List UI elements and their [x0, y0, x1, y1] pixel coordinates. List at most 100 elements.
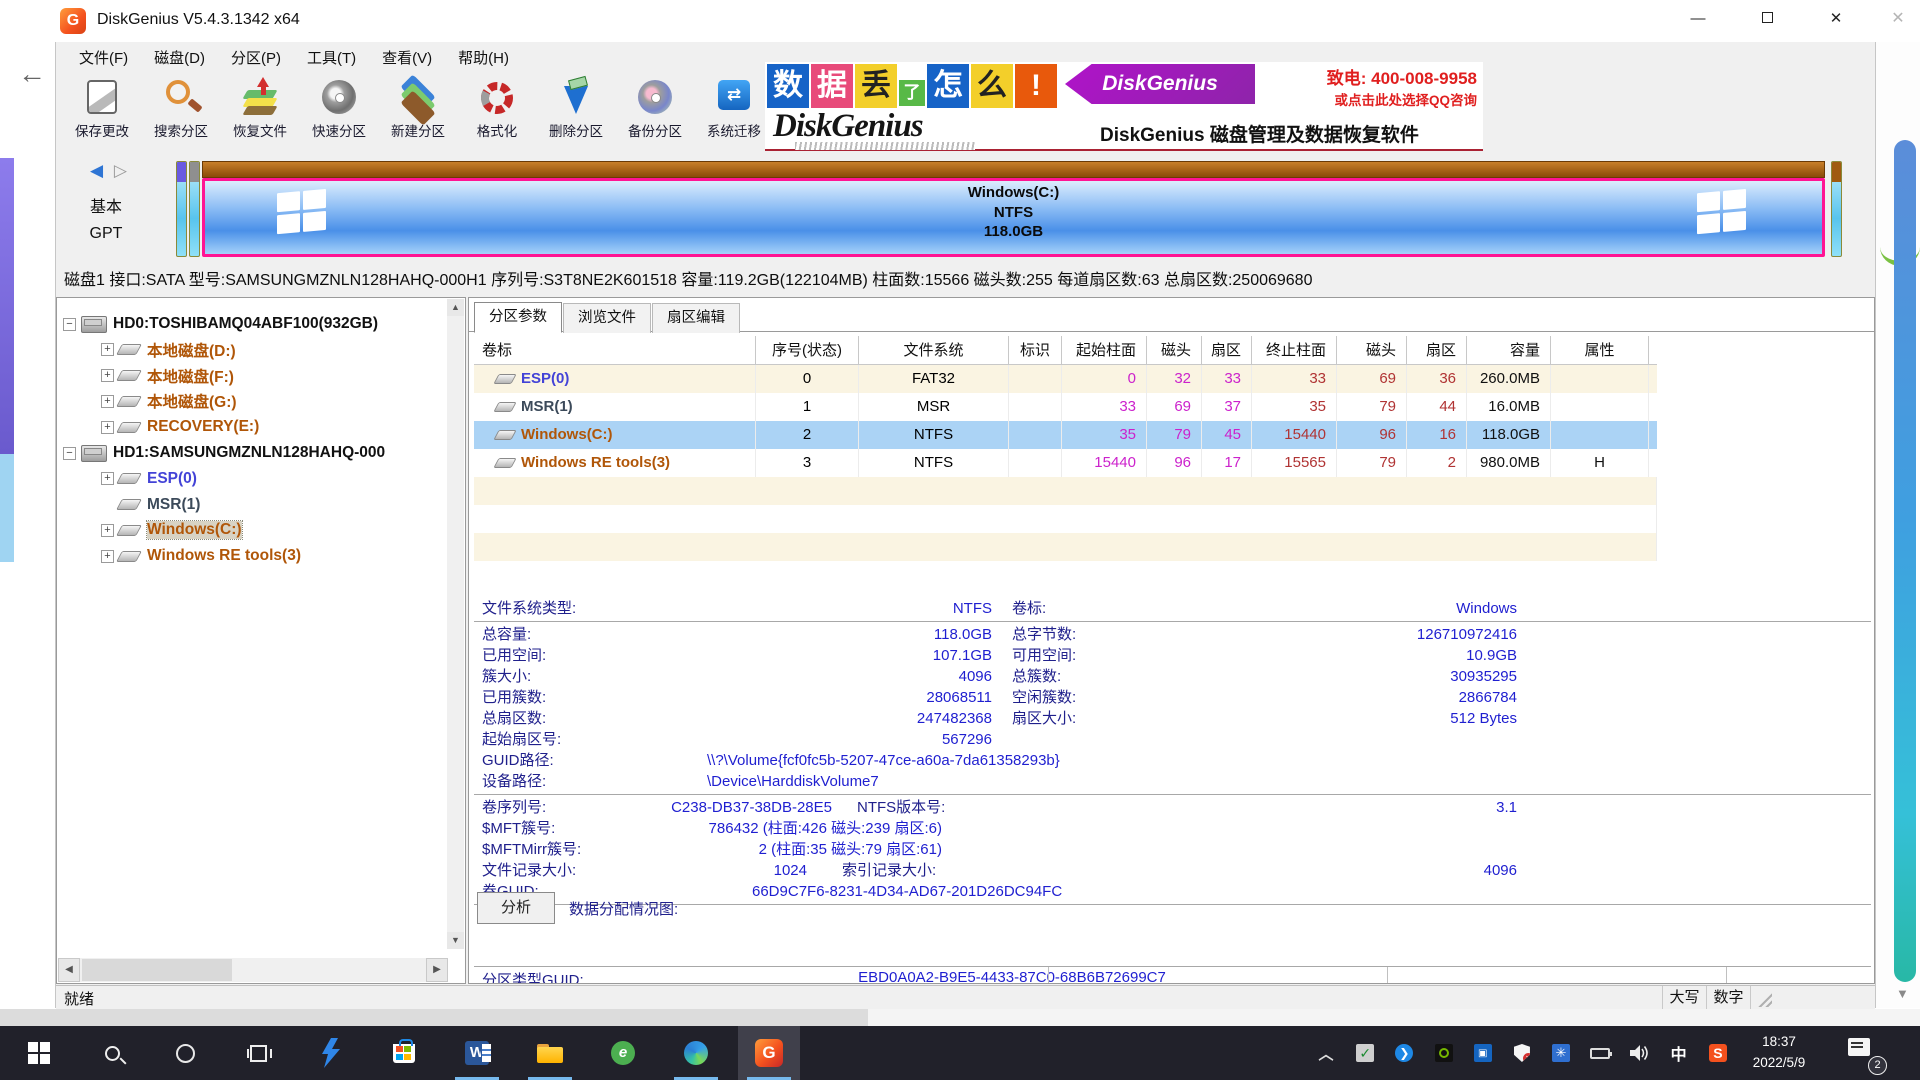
minimize-button[interactable]: — — [1675, 0, 1721, 38]
tree-item-ESP(0)[interactable]: +ESP(0) — [101, 467, 197, 491]
detail-value-2: 4096 — [1217, 860, 1517, 881]
expander-icon[interactable]: − — [63, 318, 76, 331]
cell: 0 — [1062, 365, 1147, 393]
expander-icon[interactable]: + — [101, 343, 114, 356]
tree-item-Windows RE tools(3)[interactable]: +Windows RE tools(3) — [101, 544, 301, 568]
menu-item-3[interactable]: 工具(T) — [294, 46, 369, 72]
toolbar-button-快速分区[interactable]: 快速分区 — [301, 77, 377, 151]
taskbar-start-button[interactable] — [8, 1026, 70, 1080]
background-back-arrow-icon[interactable]: ← — [18, 58, 46, 90]
tray-snowflake[interactable]: ✳ — [1551, 1043, 1571, 1063]
table-row-MSR(1)[interactable]: MSR(1)1MSR33693735794416.0MB — [474, 393, 1657, 421]
tray-power[interactable] — [1590, 1043, 1610, 1063]
next-disk-icon[interactable]: ▷ — [114, 161, 127, 180]
toolbar-button-新建分区[interactable]: 新建分区 — [380, 77, 456, 151]
scrollbar-thumb[interactable] — [82, 959, 232, 981]
tab-分区参数[interactable]: 分区参数 — [474, 302, 562, 333]
tree-item-HD0:TOSHIBAMQ04ABF100(932GB)[interactable]: −HD0:TOSHIBAMQ04ABF100(932GB) — [63, 312, 378, 336]
menu-item-4[interactable]: 查看(V) — [369, 46, 445, 72]
taskbar-word-button[interactable]: W — [446, 1026, 508, 1080]
menu-item-2[interactable]: 分区(P) — [218, 46, 294, 72]
tree-item-RECOVERY(E:)[interactable]: +RECOVERY(E:) — [101, 415, 259, 439]
expander-icon[interactable]: + — [101, 369, 114, 382]
taskbar-file-explorer-button[interactable] — [519, 1026, 581, 1080]
scroll-right-icon[interactable]: ▶ — [426, 958, 448, 982]
menu-item-5[interactable]: 帮助(H) — [445, 46, 522, 72]
tree-item-本地磁盘(F:)[interactable]: +本地磁盘(F:) — [101, 364, 234, 388]
volume-icon — [116, 499, 142, 510]
action-center-button[interactable]: 2 — [1848, 1038, 1878, 1068]
maximize-button[interactable] — [1744, 0, 1790, 38]
tray-nvidia[interactable] — [1434, 1043, 1454, 1063]
tree-item-本地磁盘(G:)[interactable]: +本地磁盘(G:) — [101, 389, 237, 413]
partition-bar-windows-c[interactable]: Windows(C:) NTFS 118.0GB — [202, 161, 1825, 257]
partition-bar-re-tools[interactable] — [1831, 161, 1842, 257]
taskbar-task-view-button[interactable] — [227, 1026, 289, 1080]
slogan-char: 据 — [811, 64, 853, 108]
tree-item-Windows(C:)[interactable]: +Windows(C:) — [101, 518, 242, 542]
prev-disk-icon[interactable]: ◀ — [90, 161, 103, 180]
table-row-ESP(0)[interactable]: ESP(0)0FAT3203233336936260.0MB — [474, 365, 1657, 393]
tab-浏览文件[interactable]: 浏览文件 — [563, 303, 651, 333]
tray-volume[interactable] — [1630, 1043, 1650, 1063]
toolbar-label: 恢复文件 — [222, 120, 298, 140]
taskbar-cortana-button[interactable] — [154, 1026, 216, 1080]
tree-horizontal-scrollbar[interactable]: ◀ ▶ — [58, 958, 448, 982]
tab-扇区编辑[interactable]: 扇区编辑 — [652, 303, 740, 333]
toolbar-button-搜索分区[interactable]: 搜索分区 — [143, 77, 219, 151]
menu-item-1[interactable]: 磁盘(D) — [141, 46, 218, 72]
background-scrollbar[interactable] — [1894, 140, 1916, 982]
taskbar-diskgenius-button[interactable]: G — [738, 1026, 800, 1080]
toolbar-button-格式化[interactable]: 格式化 — [459, 77, 535, 151]
banner-qq-link[interactable]: 或点击此处选择QQ咨询 — [1327, 89, 1477, 109]
taskbar-edge-button[interactable] — [665, 1026, 727, 1080]
tree-vertical-scrollbar[interactable]: ▲ ▼ — [447, 299, 464, 949]
cell: 96 — [1147, 449, 1202, 477]
partition-bar-esp[interactable] — [176, 161, 187, 257]
flash-icon — [318, 1038, 344, 1068]
table-row-Windows(C:)[interactable]: Windows(C:)2NTFS357945154409616118.0GB — [474, 421, 1657, 449]
expander-icon[interactable]: + — [101, 472, 114, 485]
tray-hidden-icons-chevron[interactable]: ︿ — [1316, 1043, 1336, 1063]
tree-item-本地磁盘(D:)[interactable]: +本地磁盘(D:) — [101, 338, 236, 362]
taskbar-store-button[interactable] — [373, 1026, 435, 1080]
background-close-button: ✕ — [1876, 0, 1920, 38]
close-button[interactable]: ✕ — [1813, 0, 1859, 38]
detail-value: 247482368 — [712, 708, 992, 729]
tree-item-MSR(1)[interactable]: MSR(1) — [101, 493, 200, 517]
expander-icon[interactable]: + — [101, 421, 114, 434]
tray-update-check[interactable]: ✓ — [1355, 1043, 1375, 1063]
taskbar-search-button[interactable] — [81, 1026, 143, 1080]
tree-item-HD1:SAMSUNGMZNLN128HAHQ-000[interactable]: −HD1:SAMSUNGMZNLN128HAHQ-000 — [63, 441, 385, 465]
scroll-up-icon[interactable]: ▲ — [447, 299, 464, 316]
expander-icon[interactable]: − — [63, 447, 76, 460]
toolbar-button-备份分区[interactable]: 备份分区 — [617, 77, 693, 151]
partition-bar-msr[interactable] — [189, 161, 200, 257]
table-row-Windows RE tools(3)[interactable]: Windows RE tools(3)3NTFS1544096171556579… — [474, 449, 1657, 477]
desktop-left-edge — [0, 158, 14, 454]
cell: 16 — [1407, 421, 1467, 449]
toolbar-button-保存更改[interactable]: 保存更改 — [64, 77, 140, 151]
background-scroll-down-icon[interactable]: ▼ — [1896, 986, 1909, 1001]
taskbar-flash-button[interactable] — [300, 1026, 362, 1080]
analyze-button[interactable]: 分析 — [477, 892, 555, 924]
detail-label: 已用簇数: — [482, 687, 546, 708]
toolbar-button-恢复文件[interactable]: 恢复文件 — [222, 77, 298, 151]
tray-dingtalk[interactable]: ❯ — [1394, 1043, 1414, 1063]
tray-intel-graphics[interactable]: ▣ — [1473, 1043, 1493, 1063]
expander-icon[interactable]: + — [101, 395, 114, 408]
expander-icon[interactable]: + — [101, 524, 114, 537]
taskbar-clock[interactable]: 18:37 2022/5/9 — [1733, 1031, 1825, 1073]
tray-security-alert[interactable]: ✕ — [1512, 1043, 1532, 1063]
tray-ime-zh[interactable]: 中 — [1669, 1043, 1689, 1063]
tray-sogou[interactable]: S — [1708, 1043, 1728, 1063]
toolbar-label: 新建分区 — [380, 120, 456, 140]
toolbar-button-删除分区[interactable]: 删除分区 — [538, 77, 614, 151]
menu-item-0[interactable]: 文件(F) — [66, 46, 141, 72]
expander-icon[interactable]: + — [101, 550, 114, 563]
scroll-down-icon[interactable]: ▼ — [447, 932, 464, 949]
taskbar-browser-360-button[interactable]: e — [592, 1026, 654, 1080]
banner-ad[interactable]: 数据丢了怎么! DiskGenius 致电: 400-008-9958 或点击此… — [765, 62, 1483, 151]
scroll-left-icon[interactable]: ◀ — [58, 958, 80, 982]
toolbar-button-系统迁移[interactable]: ⇄系统迁移 — [696, 77, 772, 151]
